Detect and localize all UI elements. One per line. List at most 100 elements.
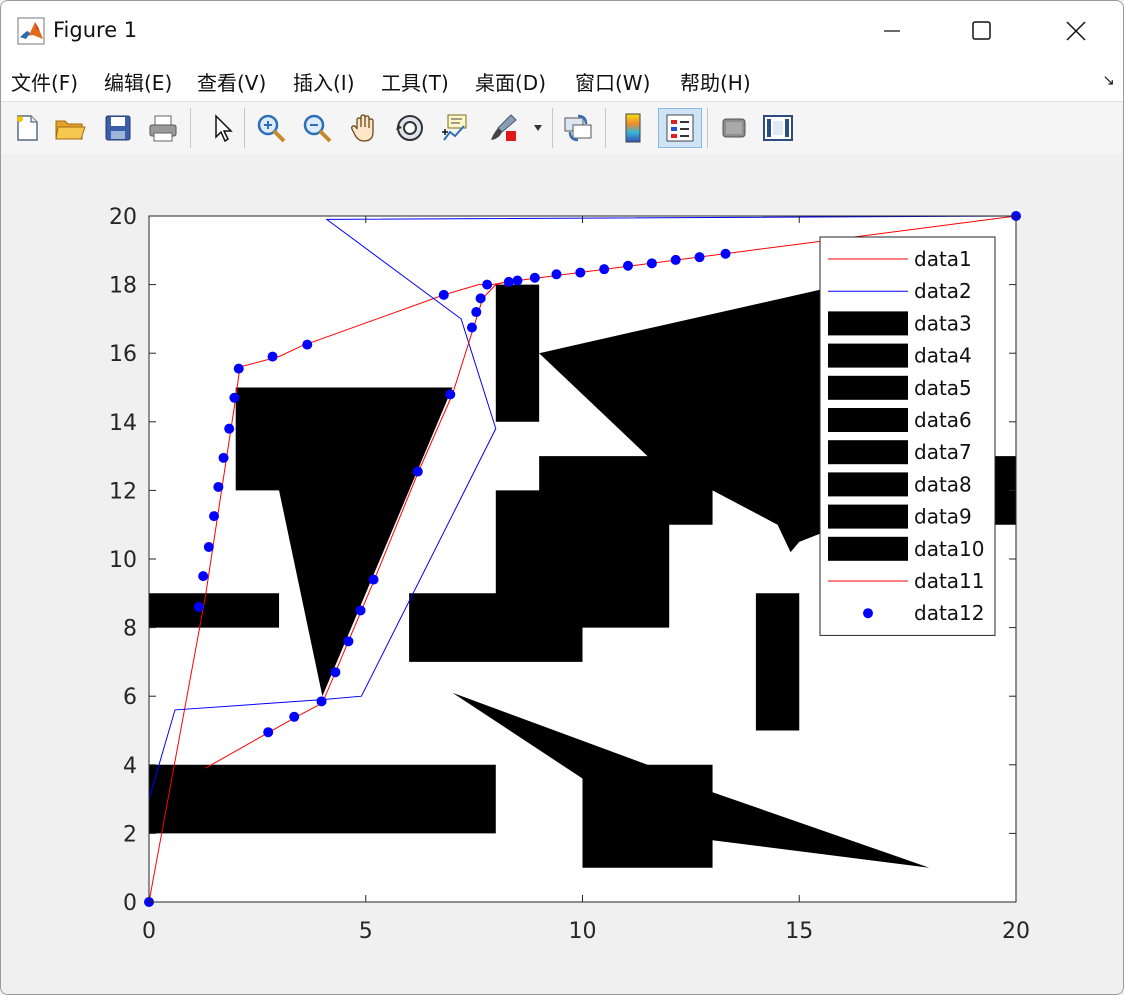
dock-arrow-icon[interactable]: ↘ (1102, 71, 1115, 89)
close-button[interactable] (1031, 1, 1121, 61)
obstacle-data7 (495, 284, 540, 422)
series-point-data12 (438, 289, 449, 300)
series-point-data12 (529, 272, 540, 283)
series-point-data12 (355, 605, 366, 616)
menu-desktop[interactable]: 桌面(D) (475, 67, 546, 96)
toolbar-separator (244, 108, 245, 148)
maximize-icon (972, 21, 991, 40)
title-bar[interactable]: Figure 1 (1, 1, 1123, 61)
print-icon[interactable] (146, 110, 180, 146)
menu-file[interactable]: 文件(F) (11, 67, 78, 96)
zoom-in-icon[interactable] (254, 110, 288, 146)
series-point-data12 (475, 293, 486, 304)
minimize-icon (884, 30, 900, 32)
legend-swatch-data7 (828, 440, 908, 465)
series-point-data12 (224, 423, 235, 434)
x-tick-label: 15 (785, 919, 813, 944)
pan-hand-icon[interactable] (347, 110, 381, 146)
save-icon[interactable] (101, 110, 135, 146)
legend-swatch-data8 (828, 472, 908, 497)
colorbar-icon[interactable] (616, 110, 650, 146)
series-point-data12 (233, 363, 244, 374)
series-point-data12 (229, 392, 240, 403)
brush-dropdown-icon[interactable] (528, 110, 548, 146)
menu-help[interactable]: 帮助(H) (680, 67, 751, 96)
legend-label-data11: data11 (914, 569, 985, 593)
zoom-out-icon[interactable] (300, 110, 334, 146)
series-point-data12 (471, 307, 482, 318)
legend-swatch-data4 (828, 343, 908, 368)
plot-svg[interactable]: 0 5 10 15 2002468101214161820 data1data2data… (1, 154, 1123, 994)
series-point-data12 (503, 276, 514, 287)
show-plot-tools-icon[interactable] (761, 110, 795, 146)
figure-window: Figure 1 文件(F) 编辑(E) 查看(V) 插入(I) 工具(T) 桌… (0, 0, 1124, 995)
legend-swatch-data9 (828, 504, 908, 529)
series-point-data12 (466, 322, 477, 333)
rotate-3d-icon[interactable] (393, 110, 427, 146)
y-tick-label: 10 (109, 548, 137, 573)
legend-swatch-data10 (828, 536, 908, 561)
legend-swatch-data6 (828, 408, 908, 432)
data-cursor-icon[interactable] (439, 110, 473, 146)
x-tick-label: 0 (142, 919, 156, 944)
legend-icon[interactable] (658, 108, 702, 148)
series-point-data12 (551, 269, 562, 280)
series-point-data12 (412, 466, 423, 477)
x-tick-label: 10 (569, 919, 597, 944)
y-tick-label: 14 (109, 411, 137, 436)
obstacle-data10 (755, 593, 800, 731)
legend-label-data5: data5 (914, 376, 972, 400)
menu-edit[interactable]: 编辑(E) (104, 67, 172, 96)
legend-swatch-data5 (828, 375, 908, 400)
series-point-data12 (720, 248, 731, 259)
series-point-data12 (599, 264, 610, 275)
series-point-data12 (646, 258, 657, 269)
legend[interactable]: data1 data2 data3 data4 data5 data6 data7 data8… (819, 236, 996, 636)
y-tick-label: 2 (123, 822, 137, 847)
matlab-logo-icon (17, 17, 45, 45)
link-plot-icon[interactable] (561, 110, 595, 146)
legend-swatch-data3 (828, 311, 908, 336)
pointer-icon[interactable] (204, 110, 238, 146)
series-point-data12 (263, 727, 274, 738)
menu-insert[interactable]: 插入(I) (293, 67, 355, 96)
menu-view[interactable]: 查看(V) (197, 67, 266, 96)
y-tick-label: 6 (123, 685, 137, 710)
series-point-data12 (694, 252, 705, 263)
series-point-data12 (368, 574, 379, 585)
menu-window[interactable]: 窗口(W) (575, 67, 650, 96)
y-tick-label: 20 (109, 205, 137, 230)
legend-label-data2: data2 (914, 279, 972, 303)
legend-label-data9: data9 (914, 505, 972, 529)
y-tick-label: 0 (123, 891, 137, 916)
figure-toolbar (1, 101, 1123, 155)
series-point-data12 (203, 541, 214, 552)
series-point-data12 (193, 602, 204, 613)
x-tick-label: 20 (1002, 919, 1030, 944)
obstacle-data3 (149, 764, 496, 834)
series-point-data12 (316, 696, 327, 707)
y-tick-label: 4 (123, 754, 137, 779)
figure-canvas[interactable]: 0 5 10 15 20 0 2 4 6 8 10 12 14 16 18 20 data1 data2 data… (1, 154, 1123, 994)
series-point-data12 (198, 571, 209, 582)
legend-label-data1: data1 (914, 247, 972, 271)
legend-label-data4: data4 (914, 344, 972, 368)
series-point-data12 (623, 260, 634, 271)
menu-tools[interactable]: 工具(T) (381, 67, 449, 96)
series-point-data12 (302, 339, 313, 350)
series-point-data12 (482, 279, 493, 290)
maximize-button[interactable] (937, 1, 1027, 61)
x-tick-label: 5 (359, 919, 373, 944)
y-tick-label: 18 (109, 274, 137, 299)
hide-plot-tools-icon[interactable] (717, 110, 751, 146)
y-tick-label: 8 (123, 617, 137, 642)
new-figure-icon[interactable] (10, 110, 44, 146)
minimize-button[interactable] (847, 1, 937, 61)
legend-swatch-data12 (863, 608, 873, 619)
series-point-data12 (209, 511, 220, 522)
brush-icon[interactable] (486, 110, 520, 146)
series-point-data12 (267, 351, 278, 362)
legend-label-data12: data12 (914, 601, 985, 625)
series-point-data12 (575, 267, 586, 278)
open-file-icon[interactable] (53, 110, 87, 146)
